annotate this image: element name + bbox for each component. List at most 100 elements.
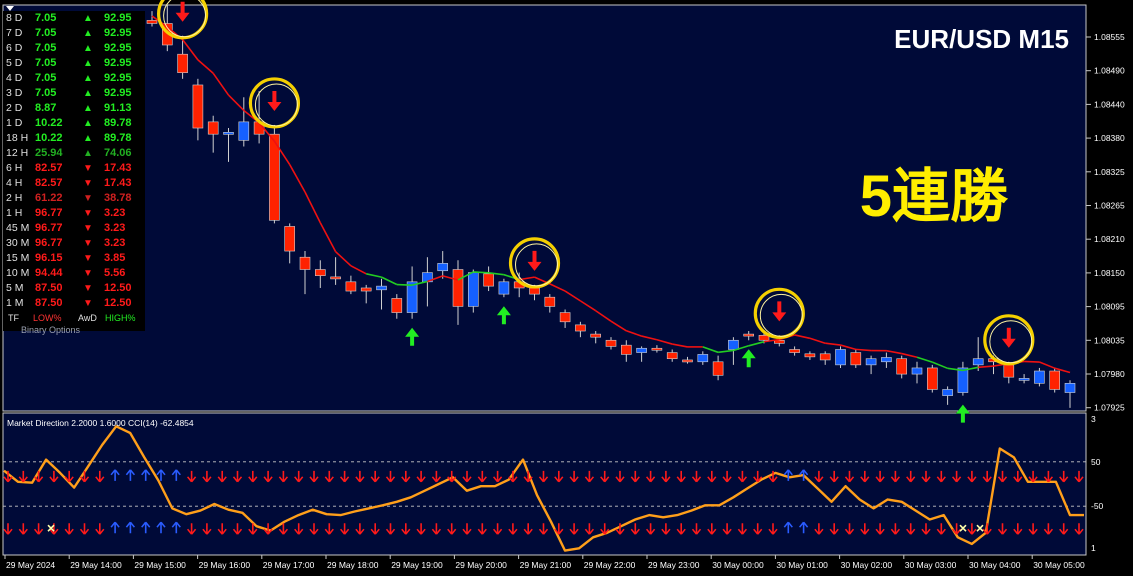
- indicator-axis-label: 1: [1091, 543, 1096, 553]
- candle-body: [452, 269, 464, 307]
- signal-row-high: 92.95: [104, 27, 132, 39]
- signal-row-low: 82.57: [35, 162, 63, 174]
- up-triangle-icon: ▲: [83, 43, 93, 54]
- signal-row-low: 8.87: [35, 102, 57, 114]
- signal-row: 1 D 10.22 ▲ 89.78: [3, 116, 145, 131]
- signal-row-high: 91.13: [104, 102, 132, 114]
- signal-row: 4 D 7.05 ▲ 92.95: [3, 71, 145, 86]
- signal-row-timeframe: 5 D: [6, 57, 23, 69]
- candle-body: [498, 281, 510, 295]
- signal-row-timeframe: 30 M: [6, 237, 30, 249]
- win-streak-banner: 5連勝: [860, 164, 1009, 229]
- candle-body: [850, 352, 862, 366]
- candle-body: [483, 273, 494, 287]
- signal-row-low: 7.05: [35, 57, 57, 69]
- signal-row-timeframe: 2 H: [6, 192, 23, 204]
- signal-row: 6 D 7.05 ▲ 92.95: [3, 41, 145, 56]
- signal-row: 8 D 7.05 ▲ 92.95: [3, 11, 145, 26]
- signal-row-timeframe: 3 D: [6, 87, 23, 99]
- candle-body: [376, 285, 387, 291]
- candle-body: [330, 276, 341, 280]
- signal-row-low: 10.22: [35, 132, 63, 144]
- candle-body: [1064, 383, 1076, 393]
- signal-row-low: 7.05: [35, 87, 57, 99]
- candle-body: [406, 281, 418, 313]
- price-tick-label: 1.08095: [1094, 302, 1125, 312]
- time-tick-label: 30 May 03:00: [905, 560, 957, 570]
- down-triangle-icon: ▼: [83, 238, 93, 249]
- uptrend-line-segment: [473, 271, 489, 274]
- time-tick-label: 29 May 20:00: [455, 560, 507, 570]
- up-triangle-icon: ▲: [83, 103, 93, 114]
- up-triangle-icon: ▲: [83, 88, 93, 99]
- candle-body: [223, 132, 234, 135]
- candle-body: [146, 20, 158, 24]
- signal-row: 5 M 87.50 ▼ 12.50: [3, 281, 145, 296]
- time-tick-label: 29 May 23:00: [648, 560, 700, 570]
- signal-panel: 8 D 7.05 ▲ 92.95 7 D 7.05 ▲ 92.95 6 D 7.05 ▲ 92.95 5…: [3, 11, 145, 335]
- candle-body: [1018, 378, 1030, 381]
- signal-row: 5 D 7.05 ▲ 92.95: [3, 56, 145, 71]
- signal-row-timeframe: 8 D: [6, 12, 23, 24]
- signal-row-low: 87.50: [35, 297, 63, 309]
- signal-row-timeframe: 1 M: [6, 297, 24, 309]
- candle-body: [865, 358, 877, 366]
- signal-row: 15 M 96.15 ▼ 3.85: [3, 251, 145, 266]
- time-tick-label: 29 May 15:00: [134, 560, 186, 570]
- signal-row-low: 7.05: [35, 12, 57, 24]
- candle-body: [911, 367, 923, 375]
- up-triangle-icon: ▲: [83, 148, 93, 159]
- chart-window: 1.08555 1.08490 1.08440 1.08380 1.08325 1.082…: [0, 0, 1133, 576]
- down-triangle-icon: ▼: [83, 223, 93, 234]
- candle-body: [437, 263, 449, 272]
- signal-row-high: 89.78: [104, 117, 132, 129]
- candle-body: [682, 359, 693, 363]
- candle-body: [605, 339, 617, 347]
- signal-row-high: 92.95: [104, 42, 132, 54]
- price-tick-label: 1.08440: [1094, 99, 1125, 109]
- candle-body: [972, 358, 984, 366]
- signal-row: 4 H 82.57 ▼ 17.43: [3, 176, 145, 191]
- signal-row-low: 7.05: [35, 27, 57, 39]
- signal-row-low: 96.77: [35, 207, 63, 219]
- signal-row-low: 7.05: [35, 42, 57, 54]
- signal-row-timeframe: 18 H: [6, 132, 29, 144]
- candle-body: [1034, 370, 1045, 384]
- signal-row-low: 82.57: [35, 177, 63, 189]
- signal-row-high: 92.95: [104, 12, 132, 24]
- signal-row-low: 96.77: [35, 237, 63, 249]
- down-triangle-icon: ▼: [83, 193, 93, 204]
- candle-body: [804, 353, 816, 358]
- signal-row-high: 17.43: [104, 177, 132, 189]
- candle-body: [819, 353, 831, 361]
- indicator-label: Market Direction 2.2000 1.6000 CCI(14) -…: [7, 418, 194, 428]
- time-tick-label: 29 May 14:00: [70, 560, 122, 570]
- up-triangle-icon: ▲: [83, 73, 93, 84]
- up-triangle-icon: ▲: [83, 28, 93, 39]
- price-tick-label: 1.08555: [1094, 32, 1125, 42]
- signal-row-high: 89.78: [104, 132, 132, 144]
- signal-row-low: 96.77: [35, 222, 63, 234]
- signal-row: 30 M 96.77 ▼ 3.23: [3, 236, 145, 251]
- brand-label: Binary Options: [21, 325, 81, 335]
- candle-body: [207, 121, 219, 135]
- signal-row-low: 87.50: [35, 282, 63, 294]
- time-tick-label: 30 May 04:00: [969, 560, 1021, 570]
- signal-row-high: 74.06: [104, 147, 132, 159]
- signal-row-high: 92.95: [104, 87, 132, 99]
- signal-row: 3 D 7.05 ▲ 92.95: [3, 86, 145, 101]
- signal-row: 1 M 87.50 ▼ 12.50: [3, 296, 145, 311]
- signal-row-high: 38.78: [104, 192, 132, 204]
- signal-row-low: 7.05: [35, 72, 57, 84]
- candle-body: [299, 256, 311, 270]
- time-tick-label: 30 May 05:00: [1033, 560, 1085, 570]
- candle-body: [544, 296, 556, 307]
- price-tick-label: 1.08265: [1094, 201, 1125, 211]
- up-triangle-icon: ▲: [83, 133, 93, 144]
- chart-canvas[interactable]: 1.08555 1.08490 1.08440 1.08380 1.08325 1.082…: [0, 0, 1133, 576]
- signal-row-high: 92.95: [104, 57, 132, 69]
- candle-body: [743, 333, 755, 337]
- candle-body: [636, 347, 647, 353]
- price-tick-label: 1.07925: [1094, 403, 1125, 413]
- candle-body: [314, 269, 326, 276]
